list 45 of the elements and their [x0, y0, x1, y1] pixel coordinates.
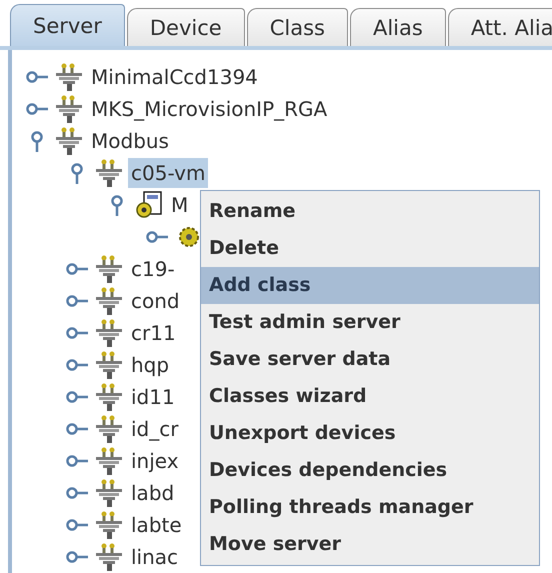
plug-icon [94, 478, 124, 508]
tab[interactable]: Device [126, 8, 245, 46]
tree-node[interactable]: M [168, 190, 192, 220]
plug-icon [94, 254, 124, 284]
plug-icon [94, 446, 124, 476]
tree-node[interactable]: MKS_MicrovisionIP_RGA [88, 94, 330, 124]
menu-item[interactable]: Unexport devices [201, 415, 539, 452]
plug-icon [94, 350, 124, 380]
menu-item[interactable]: Devices dependencies [201, 452, 539, 489]
tree-node[interactable]: id_cr [128, 414, 182, 444]
plug-icon [54, 62, 84, 92]
tab[interactable]: Alias [350, 8, 446, 46]
plug-icon [94, 318, 124, 348]
plug-icon [94, 286, 124, 316]
document-gear-icon [134, 190, 164, 220]
tree-node[interactable]: hqp [128, 350, 172, 380]
menu-item[interactable]: Add class [201, 267, 539, 304]
plug-icon [54, 126, 84, 156]
plug-icon [94, 510, 124, 540]
menu-item[interactable]: Polling threads manager [201, 489, 539, 526]
tree-node[interactable]: Modbus [88, 126, 172, 156]
menu-item[interactable]: Move server [201, 526, 539, 563]
plug-icon [54, 94, 84, 124]
tree-node[interactable]: c19- [128, 254, 178, 284]
tree-node[interactable]: cr11 [128, 318, 179, 348]
tree-node[interactable]: cond [128, 286, 183, 316]
plug-icon [94, 158, 124, 188]
tree-node[interactable]: injex [128, 446, 182, 476]
tab[interactable]: Class [246, 8, 348, 46]
tree-node[interactable]: c05-vm [128, 158, 208, 188]
menu-item[interactable]: Rename [201, 193, 539, 230]
plug-icon [94, 542, 124, 572]
tab[interactable]: Server [10, 4, 125, 46]
plug-icon [94, 382, 124, 412]
menu-item[interactable]: Delete [201, 230, 539, 267]
tree-node[interactable]: labte [128, 510, 185, 540]
menu-item[interactable]: Test admin server [201, 304, 539, 341]
plug-icon [94, 414, 124, 444]
tree-node[interactable]: linac [128, 542, 182, 572]
tab[interactable]: Att. Alia [448, 8, 552, 46]
tree-node[interactable]: id11 [128, 382, 178, 412]
tree-node[interactable]: labd [128, 478, 178, 508]
menu-item[interactable]: Classes wizard [201, 378, 539, 415]
menu-item[interactable]: Save server data [201, 341, 539, 378]
tree-node[interactable]: MinimalCcd1394 [88, 62, 261, 92]
